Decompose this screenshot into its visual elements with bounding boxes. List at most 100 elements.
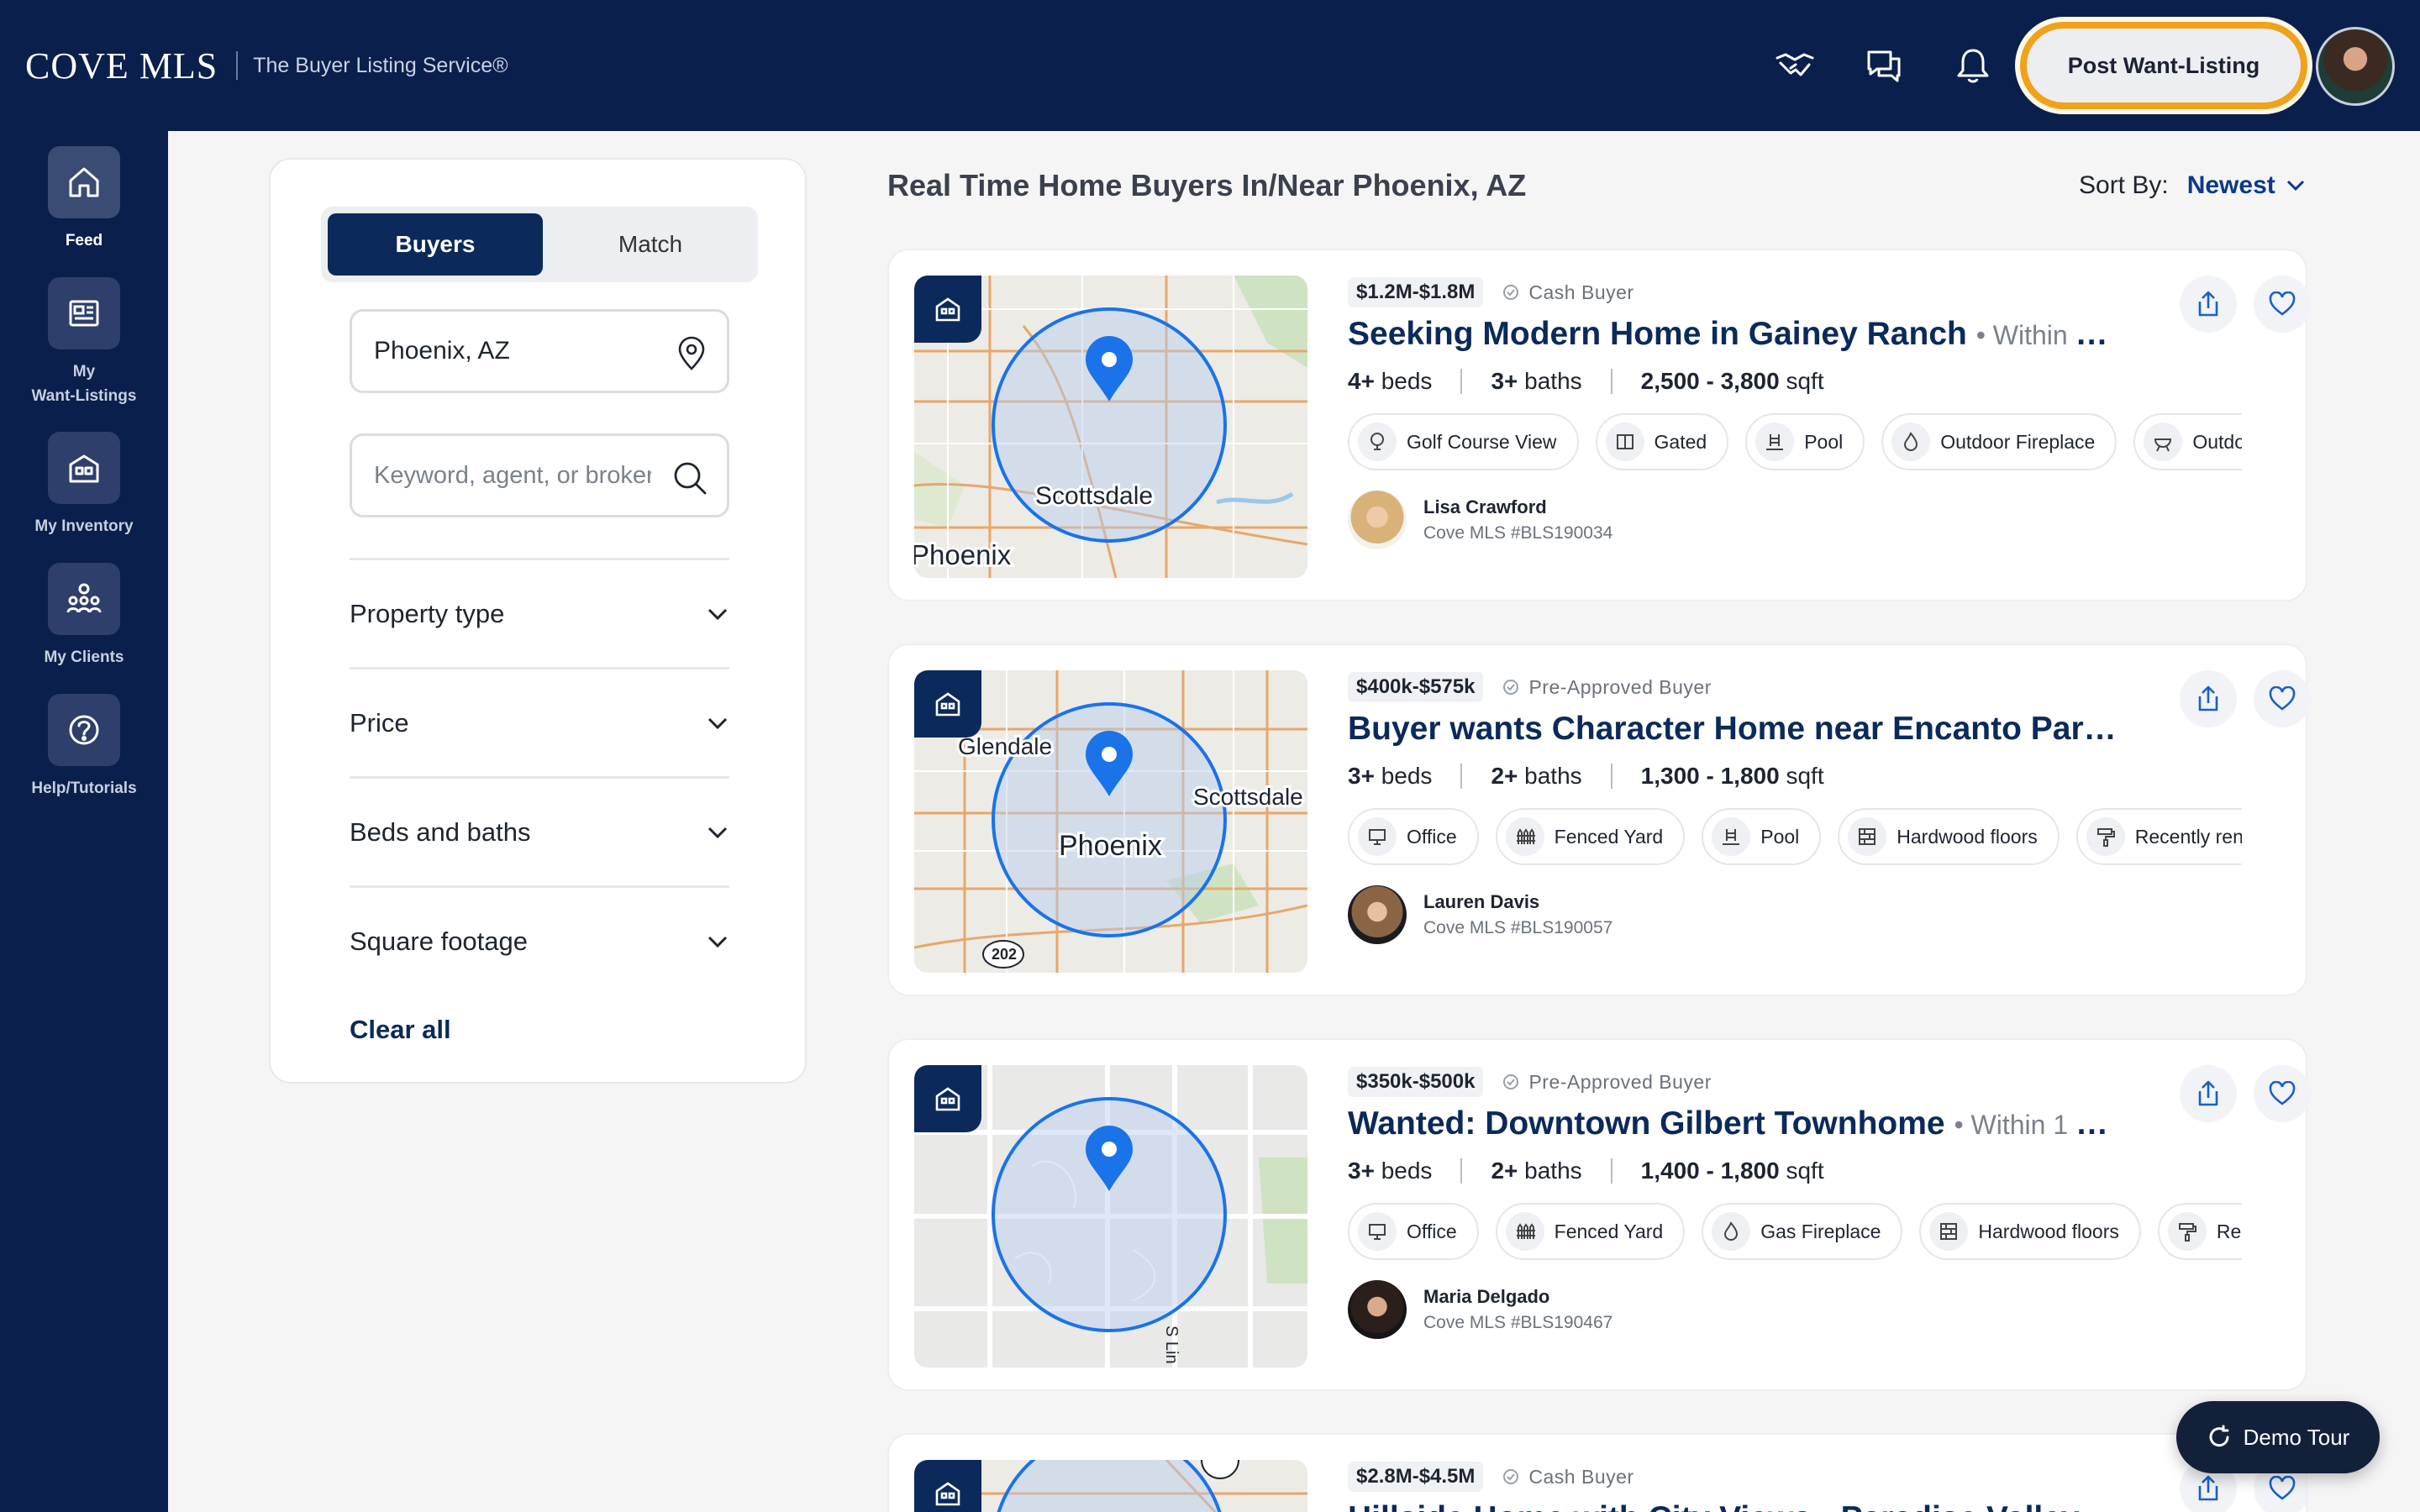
sort-control[interactable]: Sort By: Newest [2079,171,2306,200]
nav-label-inventory: My Inventory [34,517,134,535]
logo[interactable]: COVE MLS The Buyer Listing Service® [25,42,508,89]
agent-info[interactable]: Lisa Crawford Cove MLS #BLS190034 [1348,491,2272,549]
square-footage-accordion[interactable]: Square footage [350,885,729,995]
agent-info[interactable]: Maria Delgado Cove MLS #BLS190467 [1348,1280,2272,1339]
heart-icon[interactable] [2254,276,2311,333]
price-range: $350k-$500k [1348,1067,1484,1097]
beds-baths-accordion[interactable]: Beds and baths [350,776,729,885]
search-icon[interactable] [671,459,708,503]
price-range: $1.2M-$1.8M [1348,277,1484,307]
sort-label: Sort By: [2079,171,2169,199]
location-pin-icon [675,335,708,379]
map-label: Phoenix [1059,830,1162,862]
buyer-card[interactable]: Glendale Scottsdale Phoenix 202 $400k-$5… [887,643,2311,996]
agent-avatar [1348,885,1407,944]
share-icon[interactable] [2180,276,2237,333]
fire-icon [1891,423,1931,461]
map-label: Scottsdale [1035,482,1153,510]
listing-title[interactable]: Wanted: Downtown Gilbert Townhome • With… [1348,1105,2121,1142]
logo-wordmark: COVE MLS [25,45,218,87]
user-avatar[interactable] [2316,27,2395,106]
post-want-listing-button[interactable]: Post Want-Listing [2020,22,2307,109]
share-icon[interactable] [2180,1065,2237,1122]
agent-id: Cove MLS #BLS190034 [1423,523,1613,543]
listing-specs: 3+ beds 2+ baths 1,300 - 1,800 sqft [1348,763,1824,789]
price-accordion[interactable]: Price [350,667,729,776]
filter-panel: Buyers Match Phoenix, AZ Property type P… [269,158,807,1084]
keyword-search-input[interactable] [374,461,651,490]
card-info: $350k-$500k Pre-Approved Buyer Wanted: D… [1348,1063,2272,1339]
heart-icon[interactable] [2254,670,2311,727]
sort-value[interactable]: Newest [2187,171,2275,200]
map-thumbnail[interactable]: Scottsdale Phoenix [914,276,1307,578]
buyer-card[interactable]: Scottsdale Phoenix $1.2M-$1.8M Cash Buye… [887,249,2311,601]
feature-tag: Hardwood floors [1838,808,2060,865]
nav-item-feed[interactable]: Feed [0,146,168,253]
listing-specs: 3+ beds 2+ baths 1,400 - 1,800 sqft [1348,1158,1824,1184]
listing-title[interactable]: Hillside Home with City Views - Paradise… [1348,1500,2121,1512]
chat-icon[interactable] [1860,42,1907,89]
bell-icon[interactable] [1949,42,1996,89]
card-info: $400k-$575k Pre-Approved Buyer Buyer wan… [1348,669,2272,944]
nav-item-clients[interactable]: My Clients [0,563,168,669]
map-label: S Lin [1162,1326,1181,1364]
tab-match[interactable]: Match [543,213,758,276]
feed-title: Real Time Home Buyers In/Near Phoenix, A… [887,168,1527,202]
buyer-card[interactable]: $2.8M-$4.5M Cash Buyer Hillside Home wit… [887,1433,2307,1512]
agent-name: Lisa Crawford [1423,496,1547,517]
map-thumbnail[interactable]: Glendale Scottsdale Phoenix 202 [914,670,1307,973]
map-label: Glendale [958,733,1052,759]
buyer-card[interactable]: S Lin $350k-$500k Pre-Approved Buyer Wan… [887,1038,2311,1391]
map-thumbnail[interactable] [914,1460,1307,1512]
listing-title[interactable]: Seeking Modern Home in Gainey Ranch • Wi… [1348,316,2121,353]
agent-info[interactable]: Lauren Davis Cove MLS #BLS190057 [1348,885,2272,944]
buyer-type: Pre-Approved Buyer [1502,676,1711,699]
clear-all-link[interactable]: Clear all [350,1015,451,1045]
side-nav: Feed My Want-Listings My Inventory My Cl… [0,131,168,1512]
logo-tagline: The Buyer Listing Service® [253,53,508,77]
heart-icon[interactable] [2254,1065,2311,1122]
feature-tag: Pool [1702,808,1822,865]
house-badge-icon [914,276,981,343]
nav-item-inventory[interactable]: My Inventory [0,432,168,538]
feature-tag: Pool [1745,413,1865,470]
nav-item-want-listings[interactable]: My Want-Listings [0,277,168,408]
feature-tag: Outdoor Kitchen [2133,413,2242,470]
location-field[interactable]: Phoenix, AZ [350,309,729,393]
handshake-icon[interactable] [1771,42,1818,89]
property-type-accordion[interactable]: Property type [350,558,729,667]
home-icon [48,146,120,218]
agent-avatar [1348,1280,1407,1339]
listing-icon [48,277,120,349]
buyer-type: Pre-Approved Buyer [1502,1071,1711,1094]
map-thumbnail[interactable]: S Lin [914,1065,1307,1368]
verified-icon [1503,1469,1519,1484]
office-icon [1358,817,1397,856]
map-label: 202 [992,946,1017,963]
card-info: $1.2M-$1.8M Cash Buyer Seeking Modern Ho… [1348,274,2272,549]
chevron-down-icon [2286,180,2304,192]
card-info: $2.8M-$4.5M Cash Buyer Hillside Home wit… [1348,1458,2272,1512]
pool-icon [1712,817,1751,856]
agent-name: Lauren Davis [1423,891,1540,912]
house-badge-icon [914,670,981,738]
fence-icon [1505,817,1544,856]
nav-label-feed: Feed [65,232,103,249]
accordion-label: Price [350,707,409,738]
feature-tag: Gated [1595,413,1729,470]
top-header: COVE MLS The Buyer Listing Service® Post… [0,0,2420,131]
tab-buyers[interactable]: Buyers [328,213,543,276]
feature-tags: Golf Course View Gated Pool Outdoor Fire… [1348,413,2242,472]
keyword-search-field[interactable] [350,433,729,517]
refresh-icon [2209,1425,2229,1447]
accordion-label: Beds and baths [350,816,531,847]
inventory-icon [48,432,120,504]
listing-specs: 4+ beds 3+ baths 2,500 - 3,800 sqft [1348,368,1824,394]
listing-title[interactable]: Buyer wants Character Home near Encanto … [1348,711,2121,748]
demo-tour-button[interactable]: Demo Tour [2176,1401,2380,1473]
accordion-label: Property type [350,598,505,628]
nav-label-help: Help/Tutorials [31,780,137,797]
share-icon[interactable] [2180,670,2237,727]
nav-item-help[interactable]: Help/Tutorials [0,694,168,801]
hardwood-icon [1848,817,1887,856]
